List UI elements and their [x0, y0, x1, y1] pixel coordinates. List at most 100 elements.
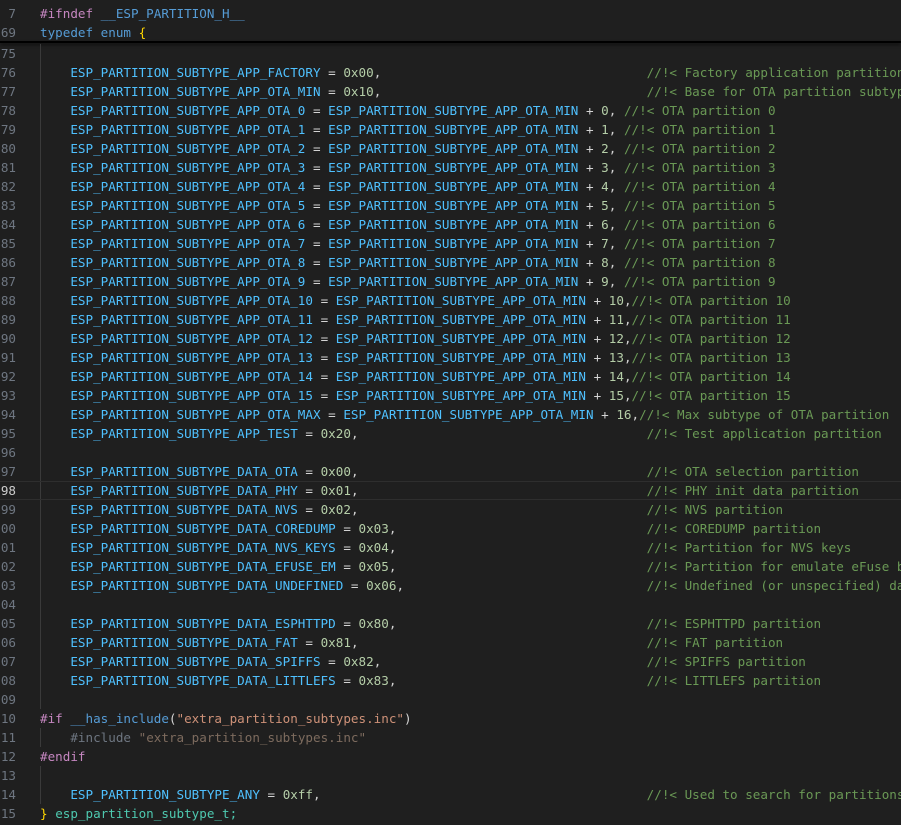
code-content: ESP_PARTITION_SUBTYPE_DATA_SPIFFS = 0x82…	[40, 652, 806, 671]
code-line[interactable]: 102 ESP_PARTITION_SUBTYPE_DATA_EFUSE_EM …	[0, 557, 901, 576]
enum-member: ESP_PARTITION_SUBTYPE_APP_OTA_5	[70, 198, 306, 213]
code-line[interactable]: 84 ESP_PARTITION_SUBTYPE_APP_OTA_6 = ESP…	[0, 215, 901, 234]
operator: =	[312, 255, 321, 270]
code-line[interactable]: 86 ESP_PARTITION_SUBTYPE_APP_OTA_8 = ESP…	[0, 253, 901, 272]
sticky-line[interactable]: 7 #ifndef __ESP_PARTITION_H__	[0, 4, 901, 23]
code-line[interactable]: 91 ESP_PARTITION_SUBTYPE_APP_OTA_13 = ES…	[0, 348, 901, 367]
indent-guide	[40, 44, 41, 63]
enum-member: ESP_PARTITION_SUBTYPE_DATA_NVS_KEYS	[70, 540, 336, 555]
doc-comment: //!< SPIFFS partition	[646, 654, 806, 669]
code-content: ESP_PARTITION_SUBTYPE_APP_OTA_3 = ESP_PA…	[40, 158, 775, 177]
code-editor[interactable]: 7 #ifndef __ESP_PARTITION_H__ 69 typedef en…	[0, 0, 901, 825]
enum-member: ESP_PARTITION_SUBTYPE_APP_OTA_11	[70, 312, 313, 327]
line-number: 76	[0, 65, 16, 80]
number-literal: 0x05	[358, 559, 389, 574]
code-line[interactable]: 90 ESP_PARTITION_SUBTYPE_APP_OTA_12 = ES…	[0, 329, 901, 348]
line-number: 88	[0, 293, 16, 308]
operator: +	[593, 312, 602, 327]
operator: =	[312, 103, 321, 118]
code-line[interactable]: 114 ESP_PARTITION_SUBTYPE_ANY = 0xff, //…	[0, 785, 901, 804]
code-line[interactable]: 109	[0, 690, 901, 709]
comma: ,	[388, 540, 397, 555]
enum-member: ESP_PARTITION_SUBTYPE_APP_OTA_0	[70, 103, 306, 118]
line-number: 107	[0, 654, 16, 669]
code-line[interactable]: 89 ESP_PARTITION_SUBTYPE_APP_OTA_11 = ES…	[0, 310, 901, 329]
number-literal: 10	[608, 293, 624, 308]
line-number: 105	[0, 616, 16, 631]
enum-member: ESP_PARTITION_SUBTYPE_APP_OTA_15	[70, 388, 313, 403]
sticky-line[interactable]: 69 typedef enum {	[0, 23, 901, 42]
code-line[interactable]: 103 ESP_PARTITION_SUBTYPE_DATA_UNDEFINED…	[0, 576, 901, 595]
comma: ,	[608, 141, 617, 156]
brace: }	[40, 806, 48, 821]
code-line[interactable]: 94 ESP_PARTITION_SUBTYPE_APP_OTA_MAX = E…	[0, 405, 901, 424]
code-line[interactable]: 78 ESP_PARTITION_SUBTYPE_APP_OTA_0 = ESP…	[0, 101, 901, 120]
current-code-line[interactable]: 98 ESP_PARTITION_SUBTYPE_DATA_PHY = 0x01…	[0, 481, 901, 500]
operator: =	[312, 274, 321, 289]
code-line[interactable]: 111 #include "extra_partition_subtypes.i…	[0, 728, 901, 747]
code-line[interactable]: 107 ESP_PARTITION_SUBTYPE_DATA_SPIFFS = …	[0, 652, 901, 671]
code-content: ESP_PARTITION_SUBTYPE_DATA_COREDUMP = 0x…	[40, 519, 821, 538]
number-literal: 1	[601, 122, 609, 137]
code-content: ESP_PARTITION_SUBTYPE_DATA_EFUSE_EM = 0x…	[40, 557, 901, 576]
code-line[interactable]: 113	[0, 766, 901, 785]
code-line[interactable]: 77 ESP_PARTITION_SUBTYPE_APP_OTA_MIN = 0…	[0, 82, 901, 101]
indent-guide	[40, 766, 41, 785]
code-line[interactable]: 96	[0, 443, 901, 462]
doc-comment: //!< OTA partition 5	[623, 198, 776, 213]
operator: =	[343, 559, 351, 574]
code-line[interactable]: 92 ESP_PARTITION_SUBTYPE_APP_OTA_14 = ES…	[0, 367, 901, 386]
code-line[interactable]: 88 ESP_PARTITION_SUBTYPE_APP_OTA_10 = ES…	[0, 291, 901, 310]
code-content: ESP_PARTITION_SUBTYPE_APP_FACTORY = 0x00…	[40, 63, 901, 82]
number-literal: 15	[608, 388, 624, 403]
number-literal: 6	[601, 217, 609, 232]
sticky-scroll-header[interactable]: 7 #ifndef __ESP_PARTITION_H__ 69 typedef en…	[0, 0, 901, 42]
doc-comment: //!< OTA partition 15	[631, 388, 791, 403]
doc-comment: //!< OTA partition 1	[623, 122, 776, 137]
code-line[interactable]: 82 ESP_PARTITION_SUBTYPE_APP_OTA_4 = ESP…	[0, 177, 901, 196]
code-line[interactable]: 87 ESP_PARTITION_SUBTYPE_APP_OTA_9 = ESP…	[0, 272, 901, 291]
code-line[interactable]: 81 ESP_PARTITION_SUBTYPE_APP_OTA_3 = ESP…	[0, 158, 901, 177]
enum-member: ESP_PARTITION_SUBTYPE_APP_OTA_1	[70, 122, 306, 137]
enum-member: ESP_PARTITION_SUBTYPE_DATA_UNDEFINED	[70, 578, 344, 593]
number-literal: 4	[601, 179, 609, 194]
code-line[interactable]: 85 ESP_PARTITION_SUBTYPE_APP_OTA_7 = ESP…	[0, 234, 901, 253]
comma: ,	[388, 673, 397, 688]
doc-comment: //!< OTA partition 4	[623, 179, 776, 194]
code-line[interactable]: 115 } esp_partition_subtype_t;	[0, 804, 901, 823]
code-content: } esp_partition_subtype_t;	[40, 804, 237, 823]
number-literal: 0x01	[320, 483, 351, 498]
doc-comment: //!< PHY init data partition	[646, 483, 859, 498]
line-number: 115	[0, 806, 16, 821]
line-number: 108	[0, 673, 16, 688]
doc-comment: //!< COREDUMP partition	[646, 521, 822, 536]
operator: =	[350, 578, 359, 593]
comma: ,	[396, 578, 405, 593]
code-line[interactable]: 108 ESP_PARTITION_SUBTYPE_DATA_LITTLEFS …	[0, 671, 901, 690]
code-line[interactable]: 83 ESP_PARTITION_SUBTYPE_APP_OTA_5 = ESP…	[0, 196, 901, 215]
code-line[interactable]: 105 ESP_PARTITION_SUBTYPE_DATA_ESPHTTPD …	[0, 614, 901, 633]
enum-member: ESP_PARTITION_SUBTYPE_APP_OTA_8	[70, 255, 306, 270]
code-line[interactable]: 97 ESP_PARTITION_SUBTYPE_DATA_OTA = 0x00…	[0, 462, 901, 481]
code-line[interactable]: 80 ESP_PARTITION_SUBTYPE_APP_OTA_2 = ESP…	[0, 139, 901, 158]
code-line[interactable]: 110 #if __has_include("extra_partition_su…	[0, 709, 901, 728]
code-line[interactable]: 104	[0, 595, 901, 614]
code-line[interactable]: 106 ESP_PARTITION_SUBTYPE_DATA_FAT = 0x8…	[0, 633, 901, 652]
operator: =	[343, 616, 351, 631]
doc-comment: //!< OTA partition 7	[623, 236, 776, 251]
code-line[interactable]: 95 ESP_PARTITION_SUBTYPE_APP_TEST = 0x20…	[0, 424, 901, 443]
code-line[interactable]: 93 ESP_PARTITION_SUBTYPE_APP_OTA_15 = ES…	[0, 386, 901, 405]
enum-reference: ESP_PARTITION_SUBTYPE_APP_OTA_MIN	[328, 122, 579, 137]
code-line[interactable]: 100 ESP_PARTITION_SUBTYPE_DATA_COREDUMP …	[0, 519, 901, 538]
number-literal: 12	[608, 331, 624, 346]
code-line[interactable]: 76 ESP_PARTITION_SUBTYPE_APP_FACTORY = 0…	[0, 63, 901, 82]
code-line[interactable]: 79 ESP_PARTITION_SUBTYPE_APP_OTA_1 = ESP…	[0, 120, 901, 139]
code-line[interactable]: 99 ESP_PARTITION_SUBTYPE_DATA_NVS = 0x02…	[0, 500, 901, 519]
line-number: 102	[0, 559, 16, 574]
code-line[interactable]: 101 ESP_PARTITION_SUBTYPE_DATA_NVS_KEYS …	[0, 538, 901, 557]
code-line[interactable]: 112 #endif	[0, 747, 901, 766]
operator: =	[312, 198, 321, 213]
enum-member: ESP_PARTITION_SUBTYPE_APP_OTA_10	[70, 293, 313, 308]
enum-member: ESP_PARTITION_SUBTYPE_APP_OTA_MAX	[70, 407, 321, 422]
code-line[interactable]: 75	[0, 44, 901, 63]
